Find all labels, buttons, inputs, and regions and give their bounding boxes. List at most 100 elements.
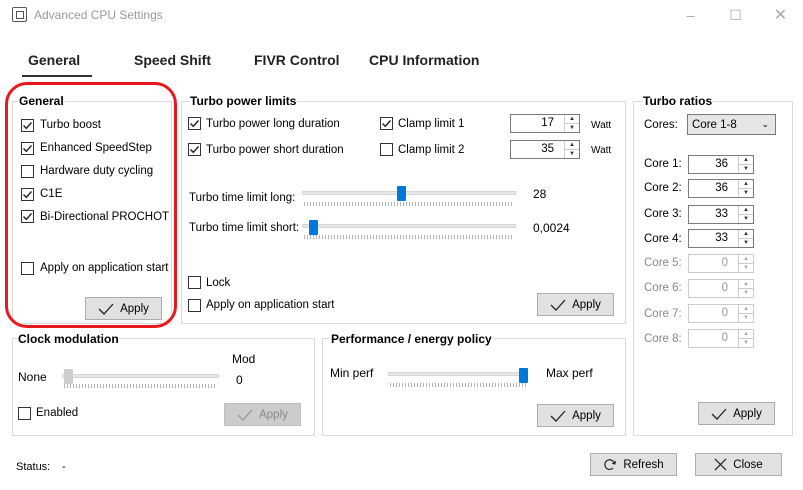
status-label: Status: <box>16 461 51 473</box>
core-4-label: Core 4: <box>644 233 682 245</box>
spin-down-icon[interactable]: ▼ <box>565 149 579 158</box>
clock-enabled-label: Enabled <box>36 407 79 419</box>
spin-down-icon[interactable]: ▼ <box>739 338 753 347</box>
window-title: Advanced CPU Settings <box>34 8 163 22</box>
core-2-label: Core 2: <box>644 182 682 194</box>
turbo-apply-button[interactable]: Apply <box>537 293 614 316</box>
turbo-power-title: Turbo power limits <box>189 94 298 108</box>
long-duration-watt-spinner[interactable]: 17 ▲ ▼ <box>510 114 580 133</box>
core-2-spinner[interactable]: 36 ▲ ▼ <box>688 179 754 198</box>
cores-dropdown[interactable]: Core 1-8 ⌄ <box>687 114 776 135</box>
core-4-spinner[interactable]: 33 ▲ ▼ <box>688 229 754 248</box>
spin-up-icon[interactable]: ▲ <box>739 180 753 188</box>
clock-mod-slider-thumb[interactable] <box>64 369 73 384</box>
turbo-ratios-apply-button[interactable]: Apply <box>698 402 775 425</box>
clamp-limit-2-label: Clamp limit 2 <box>398 144 465 156</box>
tab-fivr-control[interactable]: FIVR Control <box>254 52 340 68</box>
perf-policy-track <box>388 372 528 376</box>
time-short-label: Turbo time limit short: <box>189 222 300 234</box>
min-perf-label: Min perf <box>330 366 374 380</box>
spin-down-icon[interactable]: ▼ <box>739 288 753 297</box>
clock-modulation-title: Clock modulation <box>17 332 120 346</box>
spin-down-icon[interactable]: ▼ <box>739 188 753 197</box>
short-duration-label: Turbo power short duration <box>206 144 344 156</box>
tab-speed-shift[interactable]: Speed Shift <box>134 52 211 68</box>
spin-up-icon[interactable]: ▲ <box>565 115 579 123</box>
clock-enabled-checkbox[interactable] <box>18 407 31 420</box>
clock-mod-value: 0 <box>236 373 243 387</box>
core-8-spinner[interactable]: 0 ▲ ▼ <box>688 329 754 348</box>
core-7-spinner[interactable]: 0 ▲ ▼ <box>688 304 754 323</box>
time-long-value: 28 <box>533 187 547 201</box>
cpu-icon <box>12 7 27 22</box>
close-icon <box>714 458 727 471</box>
status-value: - <box>62 461 66 473</box>
clamp-limit-1-label: Clamp limit 1 <box>398 118 465 130</box>
checkmark-icon <box>550 299 566 311</box>
core-6-label: Core 6: <box>644 282 682 294</box>
spin-up-icon[interactable]: ▲ <box>739 330 753 338</box>
perf-policy-ticks <box>390 383 526 387</box>
clock-mod-ticks <box>64 384 217 388</box>
core-1-spinner[interactable]: 36 ▲ ▼ <box>688 155 754 174</box>
spin-up-icon[interactable]: ▲ <box>739 156 753 164</box>
lock-checkbox[interactable] <box>188 276 201 289</box>
close-window-button[interactable]: ✕ <box>758 0 803 30</box>
spin-up-icon[interactable]: ▲ <box>739 206 753 214</box>
core-6-spinner[interactable]: 0 ▲ ▼ <box>688 279 754 298</box>
turbo-apply-on-start-checkbox[interactable] <box>188 299 201 312</box>
turbo-power-group <box>181 101 626 324</box>
perf-apply-button[interactable]: Apply <box>537 404 614 427</box>
checkmark-icon <box>550 410 566 422</box>
core-5-label: Core 5: <box>644 257 682 269</box>
clock-none-label: None <box>18 370 47 384</box>
refresh-icon <box>604 459 617 470</box>
time-long-ticks <box>304 202 514 206</box>
core-8-label: Core 8: <box>644 333 682 345</box>
short-duration-checkbox[interactable] <box>188 143 201 156</box>
perf-policy-title: Performance / energy policy <box>330 332 493 346</box>
core-5-spinner[interactable]: 0 ▲ ▼ <box>688 254 754 273</box>
lock-label: Lock <box>206 277 231 289</box>
spin-up-icon[interactable]: ▲ <box>739 305 753 313</box>
title-bar: Advanced CPU Settings – ☐ ✕ <box>0 0 803 30</box>
spin-down-icon[interactable]: ▼ <box>739 313 753 322</box>
long-duration-checkbox[interactable] <box>188 117 201 130</box>
time-short-track <box>302 224 516 228</box>
spin-down-icon[interactable]: ▼ <box>739 263 753 272</box>
spin-down-icon[interactable]: ▼ <box>565 123 579 132</box>
perf-policy-slider-thumb[interactable] <box>519 368 528 383</box>
time-long-slider-thumb[interactable] <box>397 186 406 201</box>
time-short-slider-thumb[interactable] <box>309 220 318 235</box>
spin-down-icon[interactable]: ▼ <box>739 214 753 223</box>
core-3-spinner[interactable]: 33 ▲ ▼ <box>688 205 754 224</box>
spin-up-icon[interactable]: ▲ <box>739 280 753 288</box>
short-unit-label: Watt <box>591 145 612 156</box>
time-long-label: Turbo time limit long: <box>189 192 296 204</box>
turbo-apply-on-start-label: Apply on application start <box>206 299 335 311</box>
short-duration-watt-spinner[interactable]: 35 ▲ ▼ <box>510 140 580 159</box>
spin-up-icon[interactable]: ▲ <box>739 255 753 263</box>
spin-down-icon[interactable]: ▼ <box>739 164 753 173</box>
clamp-limit-1-checkbox[interactable] <box>380 117 393 130</box>
tab-cpu-information[interactable]: CPU Information <box>369 52 479 68</box>
close-button[interactable]: Close <box>695 453 782 476</box>
core-7-label: Core 7: <box>644 308 682 320</box>
tab-active-indicator <box>22 75 92 77</box>
tab-general[interactable]: General <box>28 52 80 68</box>
core-1-label: Core 1: <box>644 158 682 170</box>
clamp-limit-2-checkbox[interactable] <box>380 143 393 156</box>
spin-down-icon[interactable]: ▼ <box>739 238 753 247</box>
red-highlight-annotation <box>5 82 177 328</box>
refresh-button[interactable]: Refresh <box>590 453 677 476</box>
spin-up-icon[interactable]: ▲ <box>739 230 753 238</box>
spin-up-icon[interactable]: ▲ <box>565 141 579 149</box>
turbo-ratios-title: Turbo ratios <box>642 94 714 108</box>
maximize-button[interactable]: ☐ <box>713 0 758 30</box>
long-duration-label: Turbo power long duration <box>206 118 340 130</box>
chevron-down-icon: ⌄ <box>761 119 769 129</box>
max-perf-label: Max perf <box>546 366 593 380</box>
clock-apply-button[interactable]: Apply <box>224 403 301 426</box>
checkmark-icon <box>237 409 253 421</box>
minimize-button[interactable]: – <box>668 0 713 30</box>
